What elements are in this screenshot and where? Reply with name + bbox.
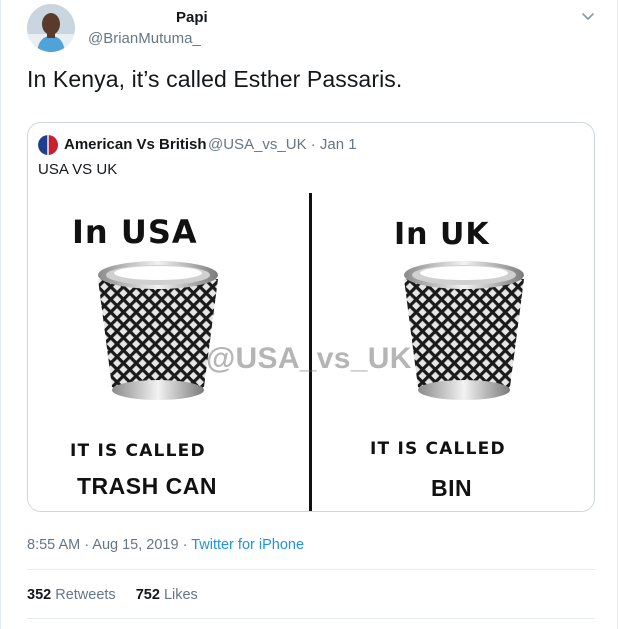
quoted-author-handle: @USA_vs_UK · Jan 1 bbox=[208, 136, 357, 153]
author-name[interactable]: Papi bbox=[176, 9, 208, 26]
author-handle[interactable]: @BrianMutuma_ bbox=[88, 30, 201, 47]
likes-label: Likes bbox=[163, 587, 198, 603]
likes-stat[interactable]: 752 Likes bbox=[136, 587, 198, 603]
avatar-photo bbox=[27, 4, 75, 52]
right-trash-can bbox=[404, 261, 524, 400]
meme-left-heading: In USA bbox=[72, 213, 198, 251]
tweet-stats: 352 Retweets 752 Likes bbox=[27, 587, 214, 603]
tweet-meta: 8:55 AM · Aug 15, 2019 · Twitter for iPh… bbox=[27, 537, 304, 553]
chevron-down-icon[interactable] bbox=[579, 8, 597, 26]
meme-right-called: IT IS CALLED bbox=[370, 439, 506, 459]
retweets-count: 352 bbox=[27, 587, 52, 603]
tweet-card: Papi @BrianMutuma_ In Kenya, it’s called… bbox=[0, 0, 618, 629]
quoted-tweet-text: USA VS UK bbox=[38, 161, 118, 178]
meme-watermark: @USA_vs_UK bbox=[206, 342, 412, 375]
quoted-author-name: American Vs British bbox=[64, 136, 207, 153]
left-trash-can bbox=[98, 261, 218, 400]
retweets-label: Retweets bbox=[55, 587, 116, 603]
likes-count: 752 bbox=[135, 587, 160, 603]
divider bbox=[27, 618, 595, 619]
tweet-source-link[interactable]: Twitter for iPhone bbox=[191, 537, 304, 553]
meme-left-answer: TRASH CAN bbox=[77, 473, 217, 499]
meme-right-answer: BIN bbox=[431, 475, 473, 501]
author-avatar[interactable] bbox=[27, 4, 75, 52]
retweets-stat[interactable]: 352 Retweets bbox=[27, 587, 116, 603]
tweet-text: In Kenya, it’s called Esther Passaris. bbox=[27, 66, 403, 92]
divider bbox=[27, 569, 595, 570]
tweet-timestamp[interactable]: 8:55 AM · Aug 15, 2019 · bbox=[27, 537, 191, 553]
quoted-author-avatar bbox=[38, 135, 58, 155]
quoted-tweet[interactable]: American Vs British @USA_vs_UK · Jan 1 U… bbox=[27, 122, 595, 512]
meme-left-called: IT IS CALLED bbox=[70, 441, 206, 461]
quoted-meme-image: In USA In UK @USA_vs_UK IT IS CALLED IT … bbox=[28, 189, 594, 511]
meme-right-heading: In UK bbox=[394, 217, 490, 252]
